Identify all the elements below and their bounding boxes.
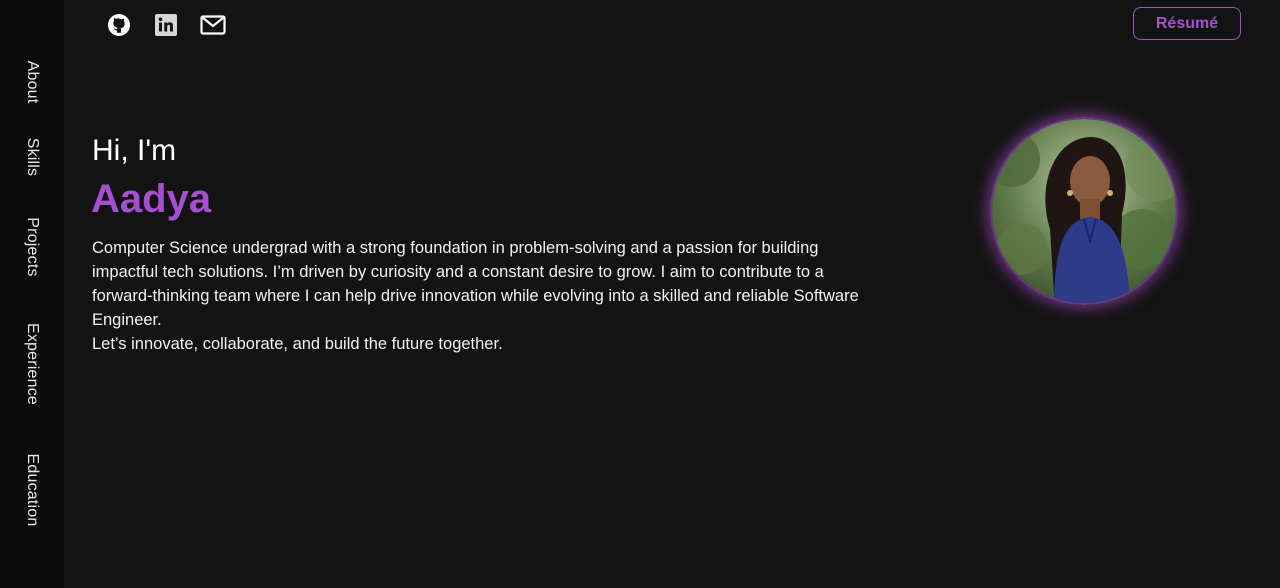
mail-icon[interactable] bbox=[200, 12, 226, 38]
profile-photo bbox=[990, 117, 1178, 305]
linkedin-icon[interactable] bbox=[153, 12, 179, 38]
sidebar-nav: About Skills Projects Experience Educati… bbox=[0, 0, 64, 588]
bio-section: Computer Science undergrad with a strong… bbox=[92, 236, 862, 356]
bio-paragraph: Computer Science undergrad with a strong… bbox=[92, 239, 859, 329]
sidebar-item-projects[interactable]: Projects bbox=[23, 217, 41, 276]
sidebar-item-experience[interactable]: Experience bbox=[23, 323, 41, 405]
bio-closing: Let’s innovate, collaborate, and build t… bbox=[92, 335, 503, 353]
greeting-text: Hi, I'm bbox=[92, 134, 177, 167]
github-icon[interactable] bbox=[106, 12, 132, 38]
portfolio-page: About Skills Projects Experience Educati… bbox=[0, 0, 1280, 588]
sidebar-item-about[interactable]: About bbox=[23, 61, 41, 104]
hero-name: Aadya bbox=[91, 177, 212, 221]
sidebar-item-education[interactable]: Education bbox=[23, 454, 41, 527]
resume-button[interactable]: Résumé bbox=[1133, 7, 1241, 40]
sidebar-item-skills[interactable]: Skills bbox=[23, 138, 41, 177]
